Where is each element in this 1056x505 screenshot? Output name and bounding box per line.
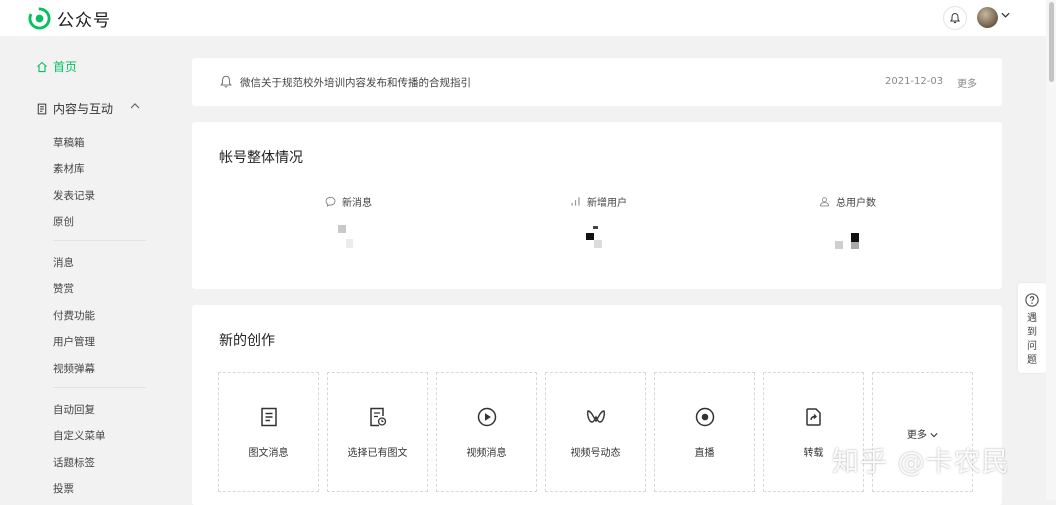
notification-button[interactable] bbox=[943, 6, 967, 30]
create-tile-existing-article[interactable]: 选择已有图文 bbox=[327, 372, 428, 492]
sidebar-item-rewards[interactable]: 赞赏 bbox=[53, 281, 74, 296]
bell-icon bbox=[220, 75, 232, 88]
sidebar-divider bbox=[53, 240, 146, 241]
stat-new-messages[interactable]: 新消息 bbox=[325, 194, 372, 209]
bell-icon bbox=[949, 13, 961, 24]
app-title: 公众号 bbox=[57, 11, 111, 31]
sidebar-item-video-danmaku[interactable]: 视频弹幕 bbox=[53, 361, 95, 376]
sidebar-item-label: 首页 bbox=[53, 60, 78, 74]
sidebar-group-label: 内容与互动 bbox=[53, 102, 114, 116]
document-clock-icon bbox=[369, 407, 386, 427]
overview-title: 帐号整体情况 bbox=[219, 150, 303, 166]
sidebar-group-content[interactable]: 内容与互动 bbox=[36, 100, 113, 117]
notice-link[interactable]: 微信关于规范校外培训内容发布和传播的合规指引 bbox=[240, 75, 471, 90]
create-tile-video[interactable]: 视频消息 bbox=[436, 372, 537, 492]
create-title: 新的创作 bbox=[219, 333, 275, 349]
help-label: 遇到问题 bbox=[1027, 313, 1037, 366]
channels-icon bbox=[586, 410, 605, 423]
create-tile-channels[interactable]: 视频号动态 bbox=[545, 372, 646, 492]
live-icon bbox=[695, 407, 714, 427]
document-icon bbox=[260, 407, 277, 427]
stat-label: 总用户数 bbox=[836, 198, 876, 209]
stat-new-users[interactable]: 新增用户 bbox=[570, 194, 627, 209]
tile-label: 视频消息 bbox=[466, 448, 507, 459]
scrollbar-thumb[interactable] bbox=[1049, 2, 1054, 82]
page-scrollbar[interactable] bbox=[1046, 0, 1056, 500]
account-overview-card: 帐号整体情况 新消息 新增用户 总用户数 bbox=[192, 122, 1002, 289]
sidebar-item-publish-records[interactable]: 发表记录 bbox=[53, 188, 95, 203]
sidebar-item-auto-reply[interactable]: 自动回复 bbox=[53, 402, 95, 417]
sidebar-item-user-management[interactable]: 用户管理 bbox=[53, 334, 95, 349]
notice-card: 微信关于规范校外培训内容发布和传播的合规指引 2021-12-03 更多 bbox=[192, 58, 1002, 106]
app-logo[interactable]: 公众号 bbox=[28, 6, 111, 31]
create-tile-live[interactable]: 直播 bbox=[654, 372, 755, 492]
sidebar-item-paid-features[interactable]: 付费功能 bbox=[53, 308, 95, 323]
tile-label: 直播 bbox=[694, 448, 715, 459]
notice-date: 2021-12-03 bbox=[885, 76, 944, 87]
chevron-down-icon bbox=[930, 433, 938, 438]
avatar[interactable] bbox=[977, 7, 998, 28]
wechat-official-logo-icon bbox=[28, 7, 51, 30]
chevron-up-icon[interactable] bbox=[130, 103, 140, 109]
sidebar-item-materials[interactable]: 素材库 bbox=[53, 161, 85, 176]
sidebar-item-original[interactable]: 原创 bbox=[53, 214, 74, 229]
sidebar-item-messages[interactable]: 消息 bbox=[53, 255, 74, 270]
stat-label: 新增用户 bbox=[587, 198, 627, 209]
tile-label: 选择已有图文 bbox=[347, 448, 408, 459]
tile-label: 图文消息 bbox=[248, 448, 289, 459]
sidebar-item-votes[interactable]: 投票 bbox=[53, 481, 74, 496]
chat-bubble-icon bbox=[325, 196, 336, 207]
sidebar-item-topic-tags[interactable]: 话题标签 bbox=[53, 455, 95, 470]
tile-label: 视频号动态 bbox=[570, 448, 621, 459]
sidebar-item-custom-menu[interactable]: 自定义菜单 bbox=[53, 428, 106, 443]
home-icon bbox=[37, 61, 47, 72]
sidebar-item-drafts[interactable]: 草稿箱 bbox=[53, 135, 85, 150]
help-widget[interactable]: 遇到问题 bbox=[1018, 283, 1046, 373]
document-icon bbox=[37, 103, 47, 114]
more-dropdown[interactable]: 更多 bbox=[873, 426, 972, 441]
play-circle-icon bbox=[477, 407, 496, 427]
watermark: 知乎 @卡农民 bbox=[832, 447, 1010, 478]
stat-total-users[interactable]: 总用户数 bbox=[819, 194, 876, 209]
sidebar-item-home[interactable]: 首页 bbox=[36, 58, 77, 75]
question-circle-icon bbox=[1025, 293, 1039, 307]
chevron-down-icon[interactable] bbox=[1001, 12, 1010, 18]
top-bar: 公众号 bbox=[0, 0, 1046, 36]
notice-more-link[interactable]: 更多 bbox=[957, 75, 977, 90]
share-icon bbox=[805, 408, 821, 426]
sidebar-divider bbox=[53, 387, 146, 388]
stat-label: 新消息 bbox=[342, 198, 372, 209]
user-icon bbox=[819, 197, 830, 207]
bar-chart-icon bbox=[571, 197, 580, 206]
create-tile-article[interactable]: 图文消息 bbox=[218, 372, 319, 492]
